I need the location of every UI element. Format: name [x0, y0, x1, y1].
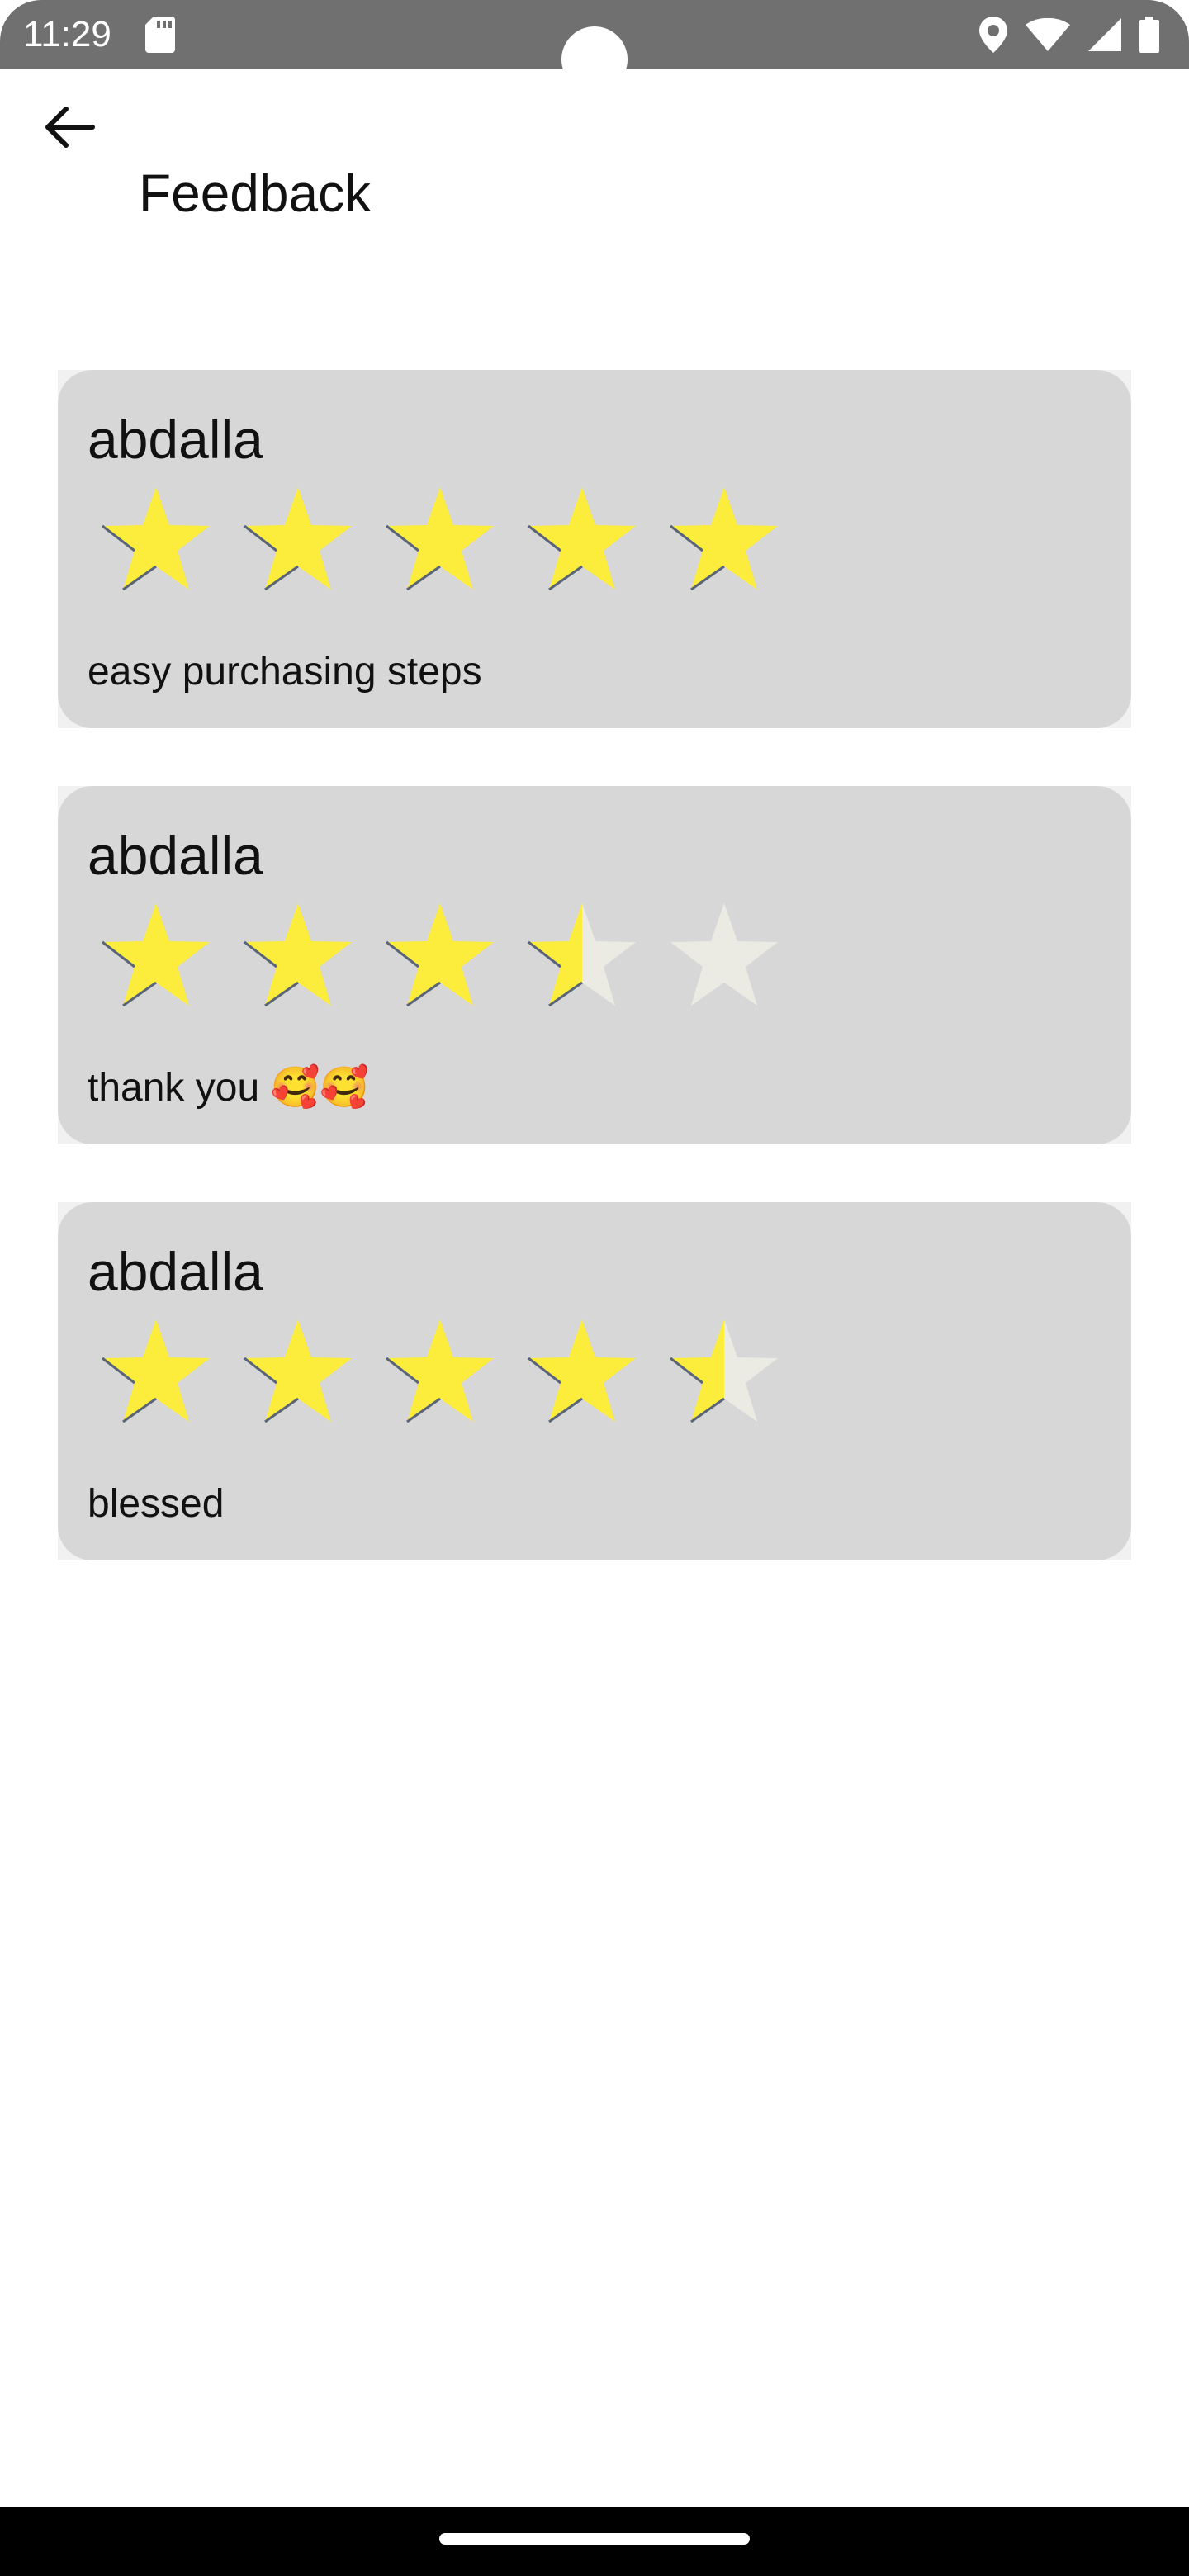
page-title: Feedback: [139, 163, 372, 223]
arrow-back-icon: [45, 107, 95, 148]
battery-icon: [1139, 17, 1159, 53]
navigation-bar: [0, 2507, 1189, 2576]
star-empty-icon: [670, 903, 778, 1006]
star-filled-icon: [244, 903, 352, 1007]
feedback-comment: easy purchasing steps: [88, 650, 482, 694]
star-filled-icon: [244, 487, 352, 591]
sd-card-icon: [145, 17, 175, 53]
star-rating: [97, 898, 783, 1022]
star-rating: [97, 482, 783, 606]
star-filled-icon: [528, 1319, 636, 1423]
star-filled-icon: [102, 1319, 210, 1423]
star-rating: [97, 1314, 783, 1438]
feedback-card-body: abdalla blessed: [58, 1202, 1131, 1560]
star-filled-icon: [102, 903, 210, 1007]
reviewer-name: abdalla: [88, 825, 263, 886]
star-filled-icon: [386, 903, 494, 1007]
feedback-card: abdalla thank you 🥰🥰: [58, 786, 1131, 1144]
wifi-icon: [1026, 18, 1070, 51]
feedback-screen: 11:29 Feedback abdalla easy purchasing s…: [0, 0, 1189, 2576]
star-half-icon: [670, 1319, 778, 1423]
reviewer-name: abdalla: [88, 1241, 263, 1302]
star-half-icon: [528, 903, 636, 1007]
reviewer-name: abdalla: [88, 409, 263, 470]
star-filled-icon: [528, 487, 636, 591]
status-time: 11:29: [23, 14, 111, 54]
star-filled-icon: [386, 1319, 494, 1423]
star-filled-icon: [386, 487, 494, 591]
feedback-card-body: abdalla easy purchasing steps: [58, 370, 1131, 728]
star-filled-icon: [670, 487, 778, 591]
star-filled-icon: [244, 1319, 352, 1423]
camera-cutout: [561, 26, 628, 92]
feedback-card-body: abdalla thank you 🥰🥰: [58, 786, 1131, 1144]
back-button[interactable]: [30, 88, 109, 167]
feedback-card: abdalla easy purchasing steps: [58, 370, 1131, 728]
star-filled-icon: [102, 487, 210, 591]
location-icon: [979, 17, 1007, 53]
feedback-comment: thank you 🥰🥰: [88, 1066, 370, 1110]
status-bar: 11:29: [0, 0, 1189, 92]
feedback-comment: blessed: [88, 1482, 225, 1526]
feedback-list: abdalla easy purchasing steps abdalla th…: [58, 370, 1131, 1618]
signal-icon: [1088, 18, 1121, 51]
status-icons: [979, 13, 1159, 56]
feedback-card: abdalla blessed: [58, 1202, 1131, 1560]
home-indicator[interactable]: [439, 2533, 750, 2545]
